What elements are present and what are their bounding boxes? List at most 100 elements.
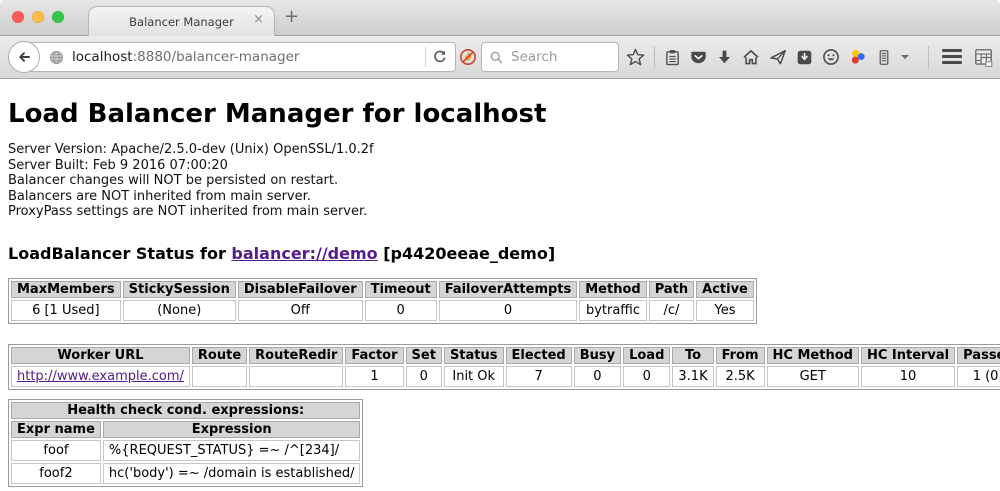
col-route: Route [192, 347, 247, 364]
toolbar-buttons [626, 36, 909, 78]
proxypass-note-line: ProxyPass settings are NOT inherited fro… [8, 204, 992, 220]
inherit-note-line: Balancers are NOT inherited from main se… [8, 189, 992, 205]
send-plane-icon[interactable] [769, 48, 787, 66]
toolbar-divider [654, 46, 655, 68]
page-title: Load Balancer Manager for localhost [8, 99, 992, 129]
col-stickysession: StickySession [123, 281, 236, 298]
colored-dots-icon[interactable] [849, 48, 867, 66]
persist-note-line: Balancer changes will NOT be persisted o… [8, 173, 992, 189]
clipboard-icon[interactable] [664, 49, 681, 66]
page-content: Load Balancer Manager for localhost Serv… [0, 79, 1000, 491]
reload-icon [432, 49, 448, 65]
cell-routeredir [249, 366, 343, 387]
col-timeout: Timeout [365, 281, 437, 298]
cell-expr-name: foof2 [11, 463, 101, 484]
cell-path: /c/ [649, 300, 694, 321]
download-box-icon[interactable] [796, 49, 813, 66]
col-passes: Passes [957, 347, 1000, 364]
health-check-table-title: Health check cond. expressions: [11, 402, 360, 419]
tab-title: Balancer Manager [129, 15, 234, 29]
home-icon[interactable] [742, 48, 760, 66]
tab-balancer-manager[interactable]: Balancer Manager × [88, 6, 275, 36]
status-heading-prefix: LoadBalancer Status for [8, 244, 231, 263]
status-heading-suffix: [p4420eeae_demo] [378, 244, 556, 263]
bookmark-star-icon[interactable] [626, 48, 645, 67]
pages-grid-icon[interactable] [974, 48, 993, 71]
health-check-table: Health check cond. expressions: Expr nam… [8, 399, 363, 487]
cell-stickysession: (None) [123, 300, 236, 321]
col-path: Path [649, 281, 694, 298]
cell-status: Init Ok [444, 366, 504, 387]
server-version-line: Server Version: Apache/2.5.0-dev (Unix) … [8, 142, 992, 158]
cell-expression: %{REQUEST_STATUS} =~ /^[234]/ [103, 440, 361, 461]
back-arrow-icon [16, 49, 32, 65]
tab-close-icon[interactable]: × [253, 12, 264, 27]
emoji-smiley-icon[interactable] [822, 48, 840, 66]
window-controls [12, 11, 64, 23]
container-icon[interactable] [876, 49, 892, 66]
chevron-down-icon[interactable] [901, 55, 909, 59]
menu-icon[interactable] [942, 49, 962, 64]
col-factor: Factor [345, 347, 403, 364]
minimize-window-button[interactable] [32, 11, 44, 23]
browser-window: Balancer Manager × + localhost :8880/bal… [0, 0, 1000, 491]
table-row: foof2 hc('body') =~ /domain is establish… [11, 463, 360, 484]
cell-timeout: 0 [365, 300, 437, 321]
zoom-window-button[interactable] [52, 11, 64, 23]
cell-maxmembers: 6 [1 Used] [11, 300, 121, 321]
col-busy: Busy [574, 347, 621, 364]
toolbar-divider [928, 46, 929, 68]
table-row: http://www.example.com/ 1 0 Init Ok 7 0 … [11, 366, 1000, 387]
cell-from: 2.5K [716, 366, 765, 387]
cell-failoverattempts: 0 [439, 300, 578, 321]
worker-table: Worker URL Route RouteRedir Factor Set S… [8, 344, 1000, 390]
col-method: Method [579, 281, 646, 298]
cell-disablefailover: Off [238, 300, 363, 321]
cell-expr-name: foof [11, 440, 101, 461]
table-header-row: Expr name Expression [11, 421, 360, 438]
pocket-icon[interactable] [690, 49, 707, 66]
cell-passes: 1 (0) [957, 366, 1000, 387]
url-path: :8880/balancer-manager [133, 49, 300, 65]
worker-url-link[interactable]: http://www.example.com/ [17, 369, 184, 384]
reload-button[interactable] [432, 49, 448, 65]
col-to: To [672, 347, 713, 364]
table-title-row: Health check cond. expressions: [11, 402, 360, 419]
cell-factor: 1 [345, 366, 403, 387]
cell-route [192, 366, 247, 387]
url-bar[interactable]: localhost :8880/balancer-manager [26, 42, 456, 72]
col-disablefailover: DisableFailover [238, 281, 363, 298]
col-elected: Elected [506, 347, 572, 364]
cell-load: 0 [623, 366, 670, 387]
balancer-demo-link[interactable]: balancer://demo [231, 244, 377, 263]
navigation-toolbar: localhost :8880/balancer-manager [0, 36, 1000, 79]
search-bar [481, 42, 619, 72]
col-status: Status [444, 347, 504, 364]
col-routeredir: RouteRedir [249, 347, 343, 364]
fire-blocked-extension-icon[interactable] [459, 48, 477, 66]
site-identity-globe-icon [49, 50, 64, 65]
cell-hc-interval: 10 [861, 366, 955, 387]
col-hc-interval: HC Interval [861, 347, 955, 364]
col-failoverattempts: FailoverAttempts [439, 281, 578, 298]
cell-elected: 7 [506, 366, 572, 387]
titlebar: Balancer Manager × + [0, 0, 1000, 36]
col-load: Load [623, 347, 670, 364]
cell-method: bytraffic [579, 300, 646, 321]
balancer-settings-table: MaxMembers StickySession DisableFailover… [8, 278, 757, 324]
col-active: Active [696, 281, 754, 298]
search-icon [489, 50, 504, 65]
col-worker-url: Worker URL [11, 347, 190, 364]
search-input[interactable] [509, 48, 618, 66]
close-window-button[interactable] [12, 11, 24, 23]
col-hc-method: HC Method [767, 347, 859, 364]
back-button[interactable] [8, 41, 40, 73]
cell-set: 0 [406, 366, 442, 387]
col-expr-name: Expr name [11, 421, 101, 438]
downloads-icon[interactable] [716, 49, 733, 66]
cell-to: 3.1K [672, 366, 713, 387]
table-header-row: MaxMembers StickySession DisableFailover… [11, 281, 754, 298]
new-tab-button[interactable]: + [284, 6, 299, 27]
cell-worker-url: http://www.example.com/ [11, 366, 190, 387]
col-from: From [716, 347, 765, 364]
